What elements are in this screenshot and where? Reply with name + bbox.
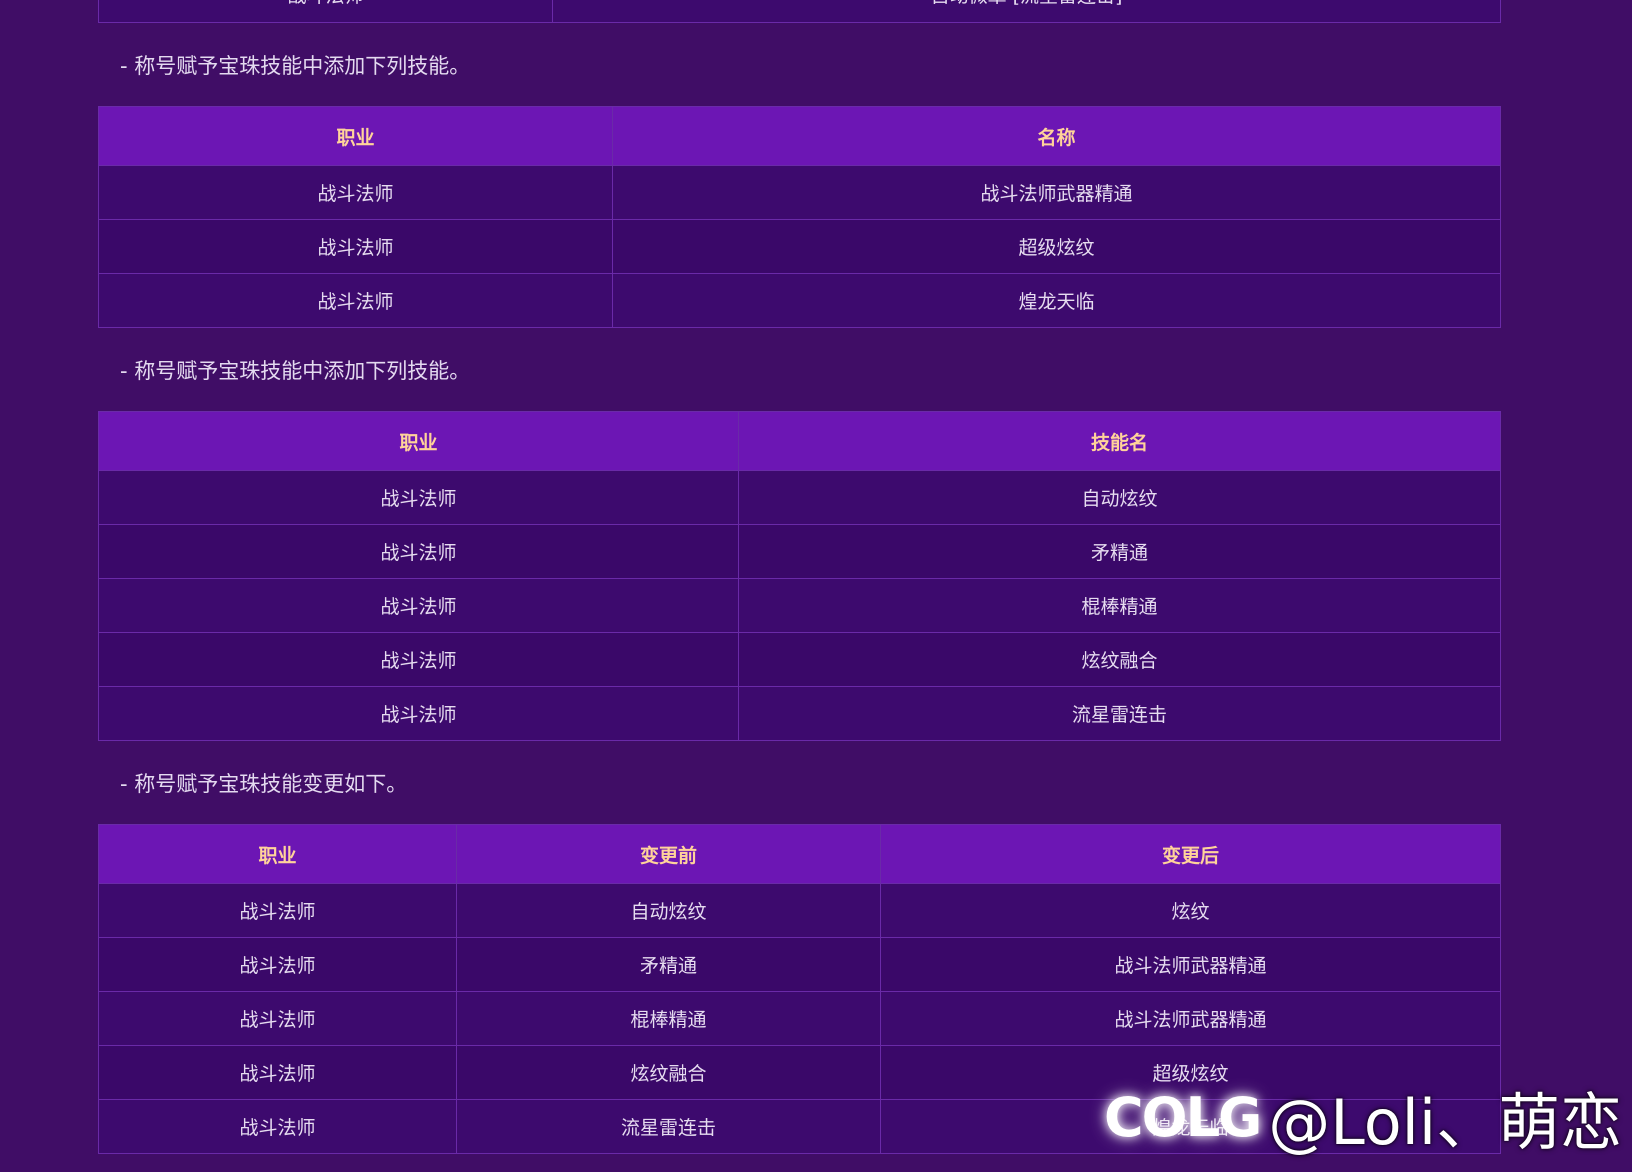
column-header-name: 名称 — [612, 106, 1501, 166]
table-row: 战斗法师 矛精通 战斗法师武器精通 — [98, 937, 1501, 992]
table-header-row: 职业 变更前 变更后 — [98, 824, 1501, 884]
table-cell: 战斗法师 — [98, 219, 613, 274]
table-cell: 棍棒精通 — [456, 991, 881, 1046]
table-row: 战斗法师 战斗法师武器精通 — [98, 165, 1501, 220]
table-cell: 战斗法师 — [98, 578, 739, 633]
table-cell: 矛精通 — [738, 524, 1501, 579]
skill-table-1: 职业 名称 战斗法师 战斗法师武器精通 战斗法师 超级炫纹 战斗法师 煌龙天临 — [98, 106, 1501, 328]
table-row: 战斗法师 超级炫纹 — [98, 219, 1501, 274]
table-cell: 自动炫纹 — [456, 883, 881, 938]
table-cell: 炫纹融合 — [738, 632, 1501, 687]
table-cell: 自动微章 [流星雷连击] — [552, 0, 1501, 23]
column-header-before: 变更前 — [456, 824, 881, 884]
table-row: 战斗法师 棍棒精通 战斗法师武器精通 — [98, 991, 1501, 1046]
table-row: 战斗法师 煌龙天临 — [98, 273, 1501, 328]
section-note-1: - 称号赋予宝珠技能中添加下列技能。 — [120, 54, 471, 78]
section-note-3: - 称号赋予宝珠技能变更如下。 — [120, 772, 408, 796]
table-cell: 战斗法师 — [98, 991, 457, 1046]
table-cell: 流星雷连击 — [456, 1099, 881, 1154]
table-row: 战斗法师 炫纹融合 — [98, 632, 1501, 687]
watermark: COLG @Loli、萌恋 — [1104, 1072, 1622, 1162]
table-cell: 战斗法师 — [98, 1099, 457, 1154]
watermark-handle: @Loli、萌恋 — [1268, 1086, 1623, 1159]
table-row: 战斗法师 矛精通 — [98, 524, 1501, 579]
section-note-2: - 称号赋予宝珠技能中添加下列技能。 — [120, 359, 471, 383]
column-header-class: 职业 — [98, 824, 457, 884]
skill-table-2: 职业 技能名 战斗法师 自动炫纹 战斗法师 矛精通 战斗法师 棍棒精通 战斗法师… — [98, 411, 1501, 741]
table-cell: 自动炫纹 — [738, 470, 1501, 525]
column-header-skill: 技能名 — [738, 411, 1501, 471]
column-header-class: 职业 — [98, 106, 613, 166]
column-header-after: 变更后 — [880, 824, 1501, 884]
table-cell: 煌龙天临 — [612, 273, 1501, 328]
table-row: 战斗法师 流星雷连击 — [98, 686, 1501, 741]
table-cell: 战斗法师 — [98, 0, 553, 23]
table-cell: 战斗法师 — [98, 883, 457, 938]
table-cell: 流星雷连击 — [738, 686, 1501, 741]
table-cell: 战斗法师 — [98, 686, 739, 741]
table-cell: 战斗法师 — [98, 524, 739, 579]
table-cell: 矛精通 — [456, 937, 881, 992]
column-header-class: 职业 — [98, 411, 739, 471]
table-header-row: 职业 名称 — [98, 106, 1501, 166]
table-row: 战斗法师 自动微章 [流星雷连击] — [98, 0, 1501, 23]
previous-table: 战斗法师 自动微章 [流星雷连击] — [98, 0, 1501, 23]
table-cell: 战斗法师 — [98, 632, 739, 687]
table-cell: 超级炫纹 — [612, 219, 1501, 274]
table-cell: 棍棒精通 — [738, 578, 1501, 633]
table-header-row: 职业 技能名 — [98, 411, 1501, 471]
table-cell: 战斗法师 — [98, 470, 739, 525]
table-cell: 炫纹 — [880, 883, 1501, 938]
table-row: 战斗法师 自动炫纹 炫纹 — [98, 883, 1501, 938]
table-cell: 战斗法师武器精通 — [612, 165, 1501, 220]
colg-logo: COLG — [1104, 1085, 1262, 1149]
table-row: 战斗法师 棍棒精通 — [98, 578, 1501, 633]
table-cell: 战斗法师武器精通 — [880, 991, 1501, 1046]
table-cell: 战斗法师 — [98, 273, 613, 328]
table-cell: 战斗法师 — [98, 937, 457, 992]
table-row: 战斗法师 自动炫纹 — [98, 470, 1501, 525]
table-cell: 战斗法师 — [98, 1045, 457, 1100]
table-cell: 战斗法师武器精通 — [880, 937, 1501, 992]
table-cell: 战斗法师 — [98, 165, 613, 220]
table-cell: 炫纹融合 — [456, 1045, 881, 1100]
